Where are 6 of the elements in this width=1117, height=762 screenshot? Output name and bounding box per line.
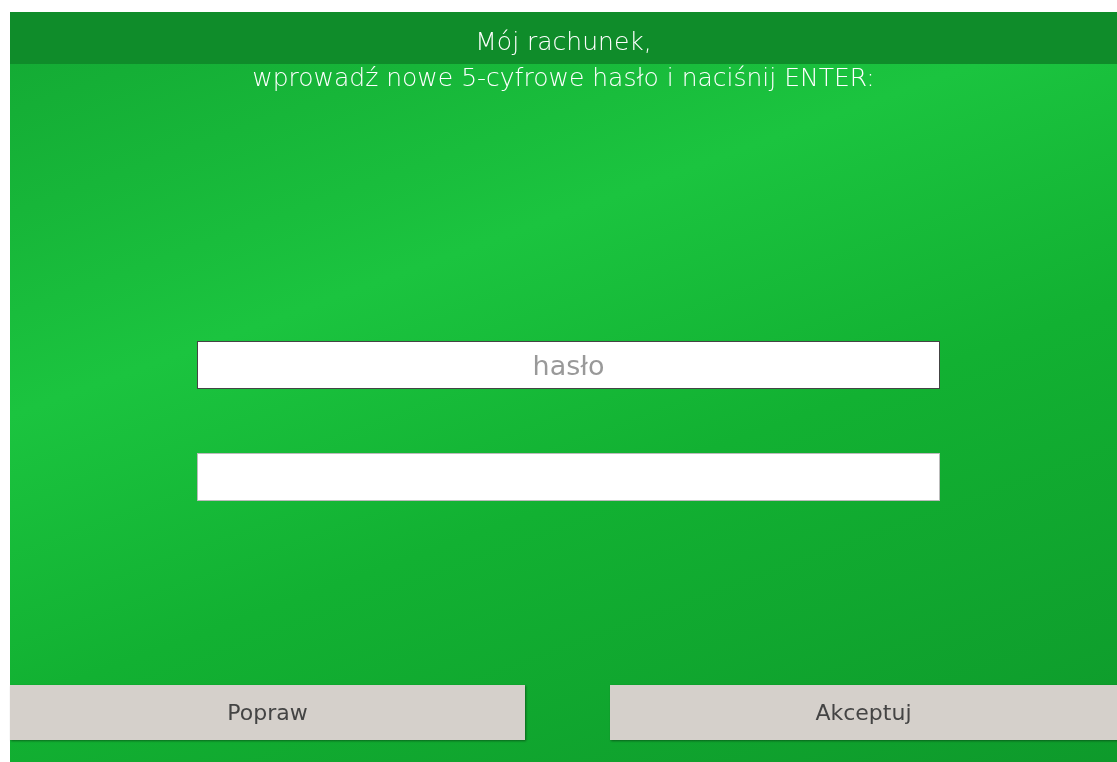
action-button[interactable]: Akceptuj xyxy=(610,685,1117,740)
instruction-text: wprowadź nowe 5-cyfrowe hasło i naciśnij ENTER: xyxy=(251,62,876,94)
input-field[interactable]: hasło xyxy=(197,341,940,389)
input-field[interactable] xyxy=(197,453,940,501)
screen-title: Mój rachunek, xyxy=(474,26,653,58)
action-button[interactable]: Popraw xyxy=(10,685,525,740)
